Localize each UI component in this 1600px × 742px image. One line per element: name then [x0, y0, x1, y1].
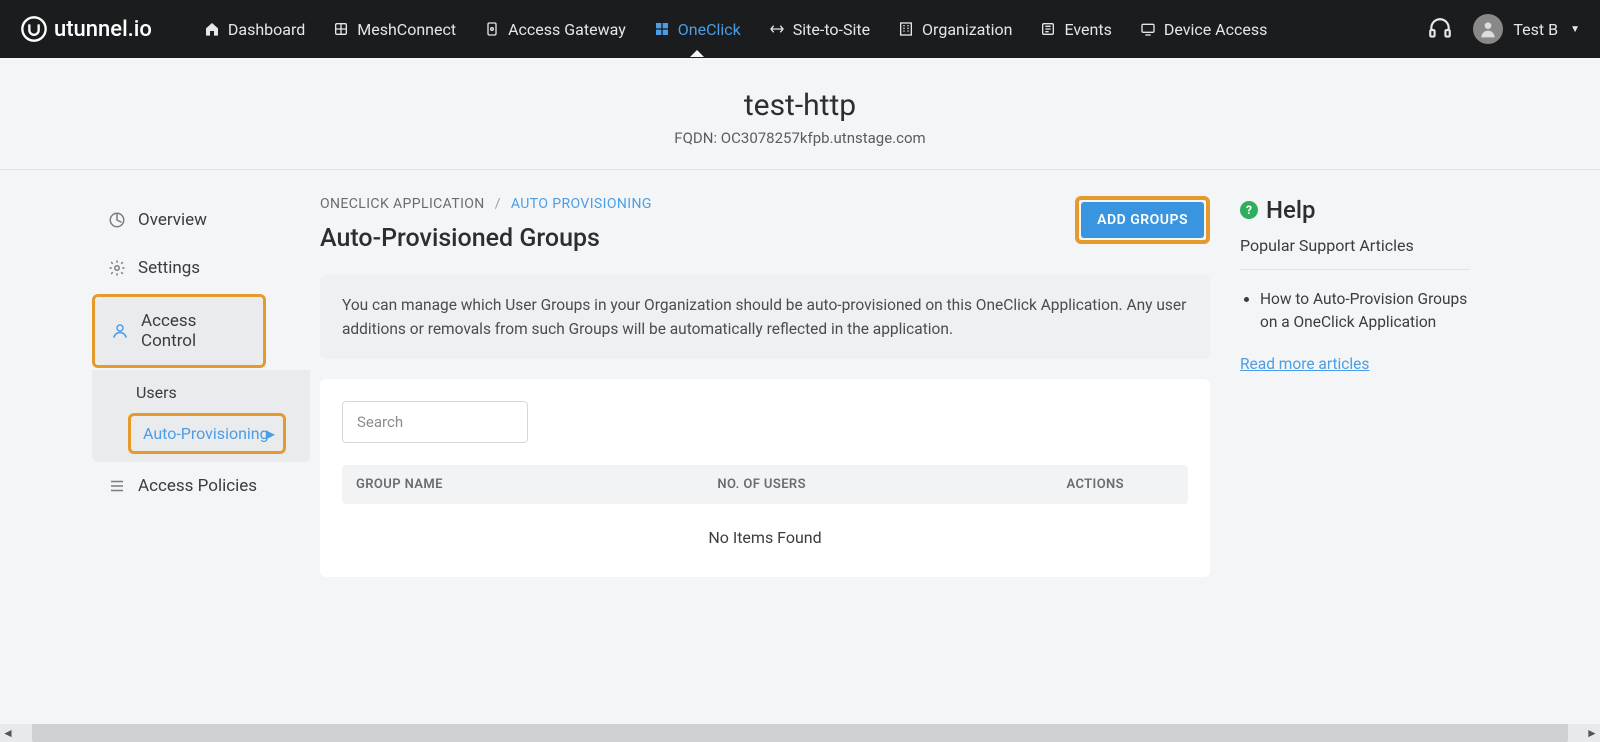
add-groups-button[interactable]: ADD GROUPS — [1081, 202, 1204, 238]
nav-site-to-site[interactable]: Site-to-Site — [767, 20, 872, 39]
nav-access-gateway[interactable]: Access Gateway — [482, 20, 628, 39]
nav-meshconnect[interactable]: MeshConnect — [331, 20, 458, 39]
highlight-auto-provisioning: Auto-Provisioning ▶ — [128, 413, 286, 454]
active-tab-caret — [690, 50, 704, 57]
sidebar-overview-label: Overview — [138, 210, 207, 230]
sidebar-access-control[interactable]: Access Control — [95, 297, 263, 365]
breadcrumb-parent[interactable]: ONECLICK APPLICATION — [320, 196, 485, 212]
sidebar-settings[interactable]: Settings — [92, 244, 310, 292]
nav-site-to-site-label: Site-to-Site — [793, 20, 870, 39]
top-navbar: utunnel.io Dashboard MeshConnect Access … — [0, 0, 1600, 58]
mesh-icon — [333, 21, 349, 37]
nav-events[interactable]: Events — [1038, 20, 1113, 39]
read-more-link[interactable]: Read more articles — [1240, 355, 1369, 373]
sidebar-auto-provisioning-label: Auto-Provisioning — [143, 424, 269, 443]
help-title-row: ? Help — [1240, 196, 1470, 224]
device-icon — [1140, 21, 1156, 37]
page-fqdn: FQDN: OC3078257kfpb.utnstage.com — [0, 129, 1600, 147]
empty-message: No Items Found — [342, 504, 1188, 555]
horizontal-scrollbar[interactable]: ◄ ► — [0, 724, 1600, 742]
help-article-item[interactable]: How to Auto-Provision Groups on a OneCli… — [1260, 288, 1470, 335]
help-question-icon: ? — [1240, 201, 1258, 219]
sidebar-access-policies-label: Access Policies — [138, 476, 257, 496]
help-panel: ? Help Popular Support Articles How to A… — [1230, 196, 1490, 577]
highlight-add-groups: ADD GROUPS — [1075, 196, 1210, 244]
scrollbar-track[interactable] — [32, 724, 1568, 742]
brand-text: utunnel.io — [54, 17, 152, 42]
sidebar-access-control-label: Access Control — [141, 311, 247, 351]
org-icon — [898, 21, 914, 37]
breadcrumb-current[interactable]: AUTO PROVISIONING — [511, 196, 652, 212]
nav-device-access[interactable]: Device Access — [1138, 20, 1270, 39]
nav-events-label: Events — [1064, 20, 1111, 39]
scroll-left-icon[interactable]: ◄ — [0, 725, 16, 741]
grid-icon — [654, 21, 670, 37]
search-input[interactable] — [342, 401, 528, 443]
scroll-right-icon[interactable]: ► — [1584, 725, 1600, 741]
nav-organization-label: Organization — [922, 20, 1012, 39]
page-header: test-http FQDN: OC3078257kfpb.utnstage.c… — [0, 58, 1600, 170]
nav-meshconnect-label: MeshConnect — [357, 20, 456, 39]
brand-icon — [20, 15, 48, 43]
avatar — [1473, 14, 1503, 44]
nav-device-access-label: Device Access — [1164, 20, 1268, 39]
nav-dashboard-label: Dashboard — [228, 20, 305, 39]
body-wrap: Overview Settings Access Control Users A… — [0, 170, 1600, 577]
gateway-icon — [484, 21, 500, 37]
help-title: Help — [1266, 196, 1316, 224]
nav-access-gateway-label: Access Gateway — [508, 20, 626, 39]
user-icon — [111, 322, 129, 340]
sidebar-settings-label: Settings — [138, 258, 200, 278]
chevron-right-icon: ▶ — [266, 427, 275, 441]
breadcrumb-separator: / — [495, 196, 501, 212]
table-card: GROUP NAME NO. OF USERS ACTIONS No Items… — [320, 379, 1210, 577]
chevron-down-icon: ▼ — [1570, 24, 1580, 35]
policies-icon — [108, 477, 126, 495]
table-header: GROUP NAME NO. OF USERS ACTIONS — [342, 465, 1188, 504]
nav-dashboard[interactable]: Dashboard — [202, 20, 307, 39]
sidebar-users-label: Users — [136, 383, 177, 402]
nav-right: Test B ▼ — [1427, 14, 1580, 44]
sidebar-users[interactable]: Users — [120, 374, 310, 411]
highlight-access-control: Access Control — [92, 294, 266, 368]
nav-organization[interactable]: Organization — [896, 20, 1014, 39]
breadcrumb: ONECLICK APPLICATION / AUTO PROVISIONING — [320, 196, 652, 212]
info-banner: You can manage which User Groups in your… — [320, 275, 1210, 359]
nav-oneclick-label: OneClick — [678, 20, 741, 39]
arrows-icon — [769, 21, 785, 37]
page-title: test-http — [0, 88, 1600, 123]
gear-icon — [108, 259, 126, 277]
headset-icon[interactable] — [1427, 16, 1453, 42]
sidebar-overview[interactable]: Overview — [92, 196, 310, 244]
section-title: Auto-Provisioned Groups — [320, 224, 652, 253]
events-icon — [1040, 21, 1056, 37]
help-article-list: How to Auto-Provision Groups on a OneCli… — [1240, 288, 1470, 335]
sidebar-auto-provisioning[interactable]: Auto-Provisioning ▶ — [131, 416, 283, 451]
help-subtitle: Popular Support Articles — [1240, 236, 1470, 270]
home-icon — [204, 21, 220, 37]
brand-logo[interactable]: utunnel.io — [20, 15, 152, 43]
col-group-name: GROUP NAME — [356, 477, 717, 492]
overview-icon — [108, 211, 126, 229]
user-label: Test B — [1513, 20, 1558, 39]
main-content: ONECLICK APPLICATION / AUTO PROVISIONING… — [310, 196, 1230, 577]
nav-oneclick[interactable]: OneClick — [652, 20, 743, 39]
user-menu[interactable]: Test B ▼ — [1473, 14, 1580, 44]
nav-items: Dashboard MeshConnect Access Gateway One… — [202, 20, 1428, 39]
sidebar: Overview Settings Access Control Users A… — [0, 196, 310, 577]
main-heading-row: ONECLICK APPLICATION / AUTO PROVISIONING… — [320, 196, 1210, 253]
sidebar-access-policies[interactable]: Access Policies — [92, 462, 310, 510]
col-actions: ACTIONS — [943, 477, 1174, 492]
sidebar-sub-access: Users Auto-Provisioning ▶ — [92, 370, 310, 462]
col-no-users: NO. OF USERS — [717, 477, 943, 492]
